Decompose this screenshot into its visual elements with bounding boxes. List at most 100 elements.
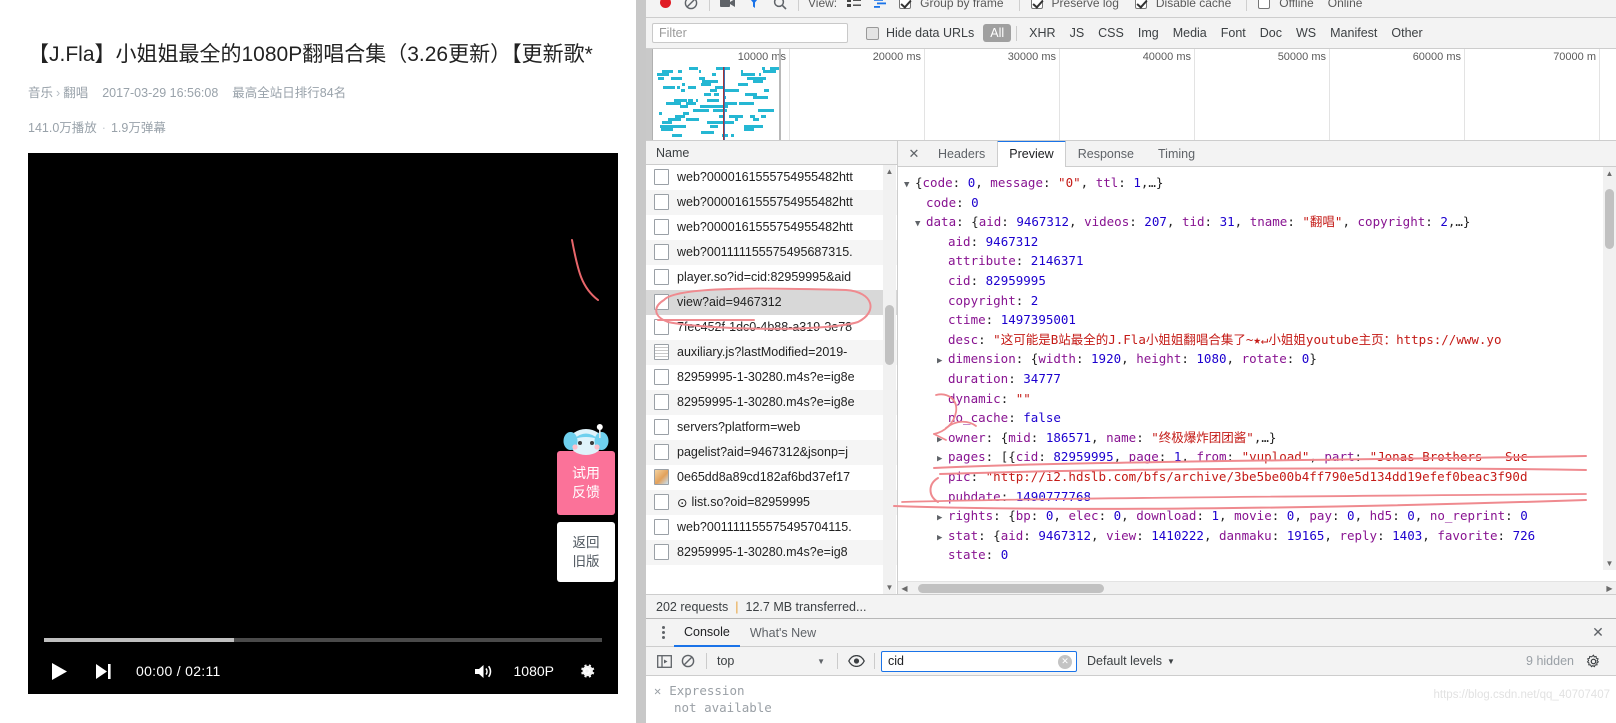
generic-file-icon[interactable] [654, 219, 669, 235]
drawer-tab-what-s-new[interactable]: What's New [740, 619, 826, 647]
camera-icon[interactable] [715, 0, 741, 16]
detail-scroll-down-arrow[interactable]: ▼ [1603, 557, 1616, 570]
group-by-frame-checkbox[interactable]: Group by frame [899, 0, 1007, 10]
list-view-icon[interactable] [841, 0, 867, 16]
disable-cache-checkbox[interactable]: Disable cache [1134, 0, 1235, 10]
generic-file-icon[interactable] [654, 294, 669, 310]
disclosure-triangle-icon[interactable] [915, 215, 926, 235]
table-row[interactable]: web?0000161555754955482htt [646, 215, 897, 240]
live-expression-eye-icon[interactable] [844, 649, 868, 673]
type-filter-xhr[interactable]: XHR [1022, 24, 1062, 42]
group-by-frame-box[interactable] [899, 0, 912, 9]
generic-file-icon[interactable] [654, 544, 669, 560]
table-row[interactable]: 82959995-1-30280.m4s?e=ig8 [646, 540, 897, 565]
generic-file-icon[interactable] [654, 269, 669, 285]
generic-file-icon[interactable] [654, 394, 669, 410]
table-row[interactable]: player.so?id=cid:82959995&aid [646, 265, 897, 290]
funnel-icon[interactable] [741, 0, 767, 16]
type-filter-js[interactable]: JS [1063, 24, 1092, 42]
disclosure-triangle-icon[interactable] [904, 176, 915, 196]
generic-file-icon[interactable] [654, 319, 669, 335]
tab-response[interactable]: Response [1066, 141, 1146, 167]
clear-input-icon[interactable]: ✕ [1058, 654, 1072, 669]
table-row[interactable]: 0e65dd8a89cd182af6bd37ef17 [646, 465, 897, 490]
request-list-scrollbar[interactable]: ▲ ▼ [883, 165, 896, 594]
offline-box[interactable] [1258, 0, 1271, 9]
tab-preview[interactable]: Preview [997, 141, 1066, 167]
type-filter-ws[interactable]: WS [1289, 24, 1323, 42]
feedback-button[interactable]: 试用 反馈 [557, 424, 615, 515]
generic-file-icon[interactable] [654, 244, 669, 260]
request-list-scroll-thumb[interactable] [885, 305, 894, 365]
close-icon[interactable]: ✕ [902, 142, 926, 166]
tab-headers[interactable]: Headers [926, 141, 997, 167]
network-filter-input[interactable]: Filter [652, 23, 848, 43]
progress-bar[interactable] [44, 638, 602, 642]
clear-icon[interactable] [678, 0, 704, 16]
type-filter-img[interactable]: Img [1131, 24, 1166, 42]
generic-file-icon[interactable] [654, 444, 669, 460]
script-file-icon[interactable] [654, 344, 669, 360]
type-filter-css[interactable]: CSS [1091, 24, 1131, 42]
detail-scroll-right-arrow[interactable]: ▶ [1603, 582, 1616, 594]
table-row[interactable]: 82959995-1-30280.m4s?e=ig8e [646, 365, 897, 390]
drawer-tab-console[interactable]: Console [674, 619, 740, 647]
image-file-icon[interactable] [654, 469, 669, 485]
volume-icon[interactable] [468, 655, 500, 687]
gear-icon[interactable] [1582, 650, 1604, 672]
table-row[interactable]: servers?platform=web [646, 415, 897, 440]
timeline-selection-window[interactable] [653, 49, 781, 140]
detail-vertical-scrollbar[interactable]: ▲ ▼ [1603, 167, 1616, 570]
more-options-icon[interactable] [652, 622, 674, 644]
type-filter-all[interactable]: All [983, 24, 1012, 42]
network-overview-timeline[interactable]: 10000 ms 20000 ms 30000 ms 40000 ms 50000 ms… [646, 49, 1616, 141]
table-row[interactable]: 7fec452f-1dc0-4b88-a319-3e78 [646, 315, 897, 340]
table-row[interactable]: web?001111155575495687315. [646, 240, 897, 265]
category-main[interactable]: 音乐 [28, 86, 53, 100]
scroll-down-arrow[interactable]: ▼ [883, 581, 896, 594]
table-row[interactable]: 82959995-1-30280.m4s?e=ig8e [646, 390, 897, 415]
request-list[interactable]: Name web?0000161555754955482htt web?00001… [646, 141, 898, 594]
timeline-left-handle[interactable] [646, 49, 653, 140]
close-icon[interactable]: ✕ [1588, 623, 1608, 643]
table-row[interactable]: web?0000161555754955482htt [646, 190, 897, 215]
console-levels-dropdown[interactable]: Default levels ▼ [1087, 654, 1175, 668]
table-row[interactable]: auxiliary.js?lastModified=2019- [646, 340, 897, 365]
detail-horizontal-scrollbar[interactable]: ◀ ▶ [898, 581, 1616, 594]
preserve-log-box[interactable] [1030, 0, 1043, 9]
console-filter-input[interactable]: cid ✕ [881, 650, 1077, 672]
video-category[interactable]: 音乐 › 翻唱 [28, 86, 88, 100]
detail-scroll-up-arrow[interactable]: ▲ [1603, 167, 1616, 180]
request-list-header[interactable]: Name [646, 141, 897, 165]
clear-console-icon[interactable] [676, 649, 700, 673]
disable-cache-box[interactable] [1134, 0, 1147, 9]
type-filter-other[interactable]: Other [1384, 24, 1429, 42]
preserve-log-checkbox[interactable]: Preserve log [1030, 0, 1123, 10]
gear-icon[interactable] [570, 654, 604, 688]
generic-file-icon[interactable] [654, 169, 669, 185]
generic-file-icon[interactable] [654, 494, 669, 510]
console-context-selector[interactable]: top ▼ [713, 654, 831, 668]
search-icon[interactable] [767, 0, 793, 16]
generic-file-icon[interactable] [654, 369, 669, 385]
video-player[interactable]: 00:00 / 02:11 1080P 试用 反馈 返回 旧版 [28, 153, 618, 694]
scroll-up-arrow[interactable]: ▲ [883, 165, 896, 178]
table-row[interactable]: web?0000161555754955482htt [646, 165, 897, 190]
offline-checkbox[interactable]: Offline [1258, 0, 1317, 10]
type-filter-media[interactable]: Media [1166, 24, 1214, 42]
json-preview-viewer[interactable]: {code: 0, message: "0", ttl: 1,…}code: 0… [898, 167, 1616, 570]
tab-timing[interactable]: Timing [1146, 141, 1207, 167]
generic-file-icon[interactable] [654, 194, 669, 210]
hide-data-urls-box[interactable] [866, 26, 879, 40]
table-row[interactable]: ⊙ list.so?oid=82959995 [646, 490, 897, 515]
quality-label[interactable]: 1080P [514, 663, 554, 679]
old-version-button[interactable]: 返回 旧版 [557, 522, 615, 582]
play-icon[interactable] [42, 654, 76, 688]
close-expression-icon[interactable]: ✕ [654, 684, 661, 698]
detail-vertical-thumb[interactable] [1605, 189, 1614, 249]
type-filter-doc[interactable]: Doc [1253, 24, 1289, 42]
table-row[interactable]: view?aid=9467312 [646, 290, 897, 315]
generic-file-icon[interactable] [654, 519, 669, 535]
type-filter-manifest[interactable]: Manifest [1323, 24, 1384, 42]
waterfall-view-icon[interactable] [867, 0, 893, 16]
